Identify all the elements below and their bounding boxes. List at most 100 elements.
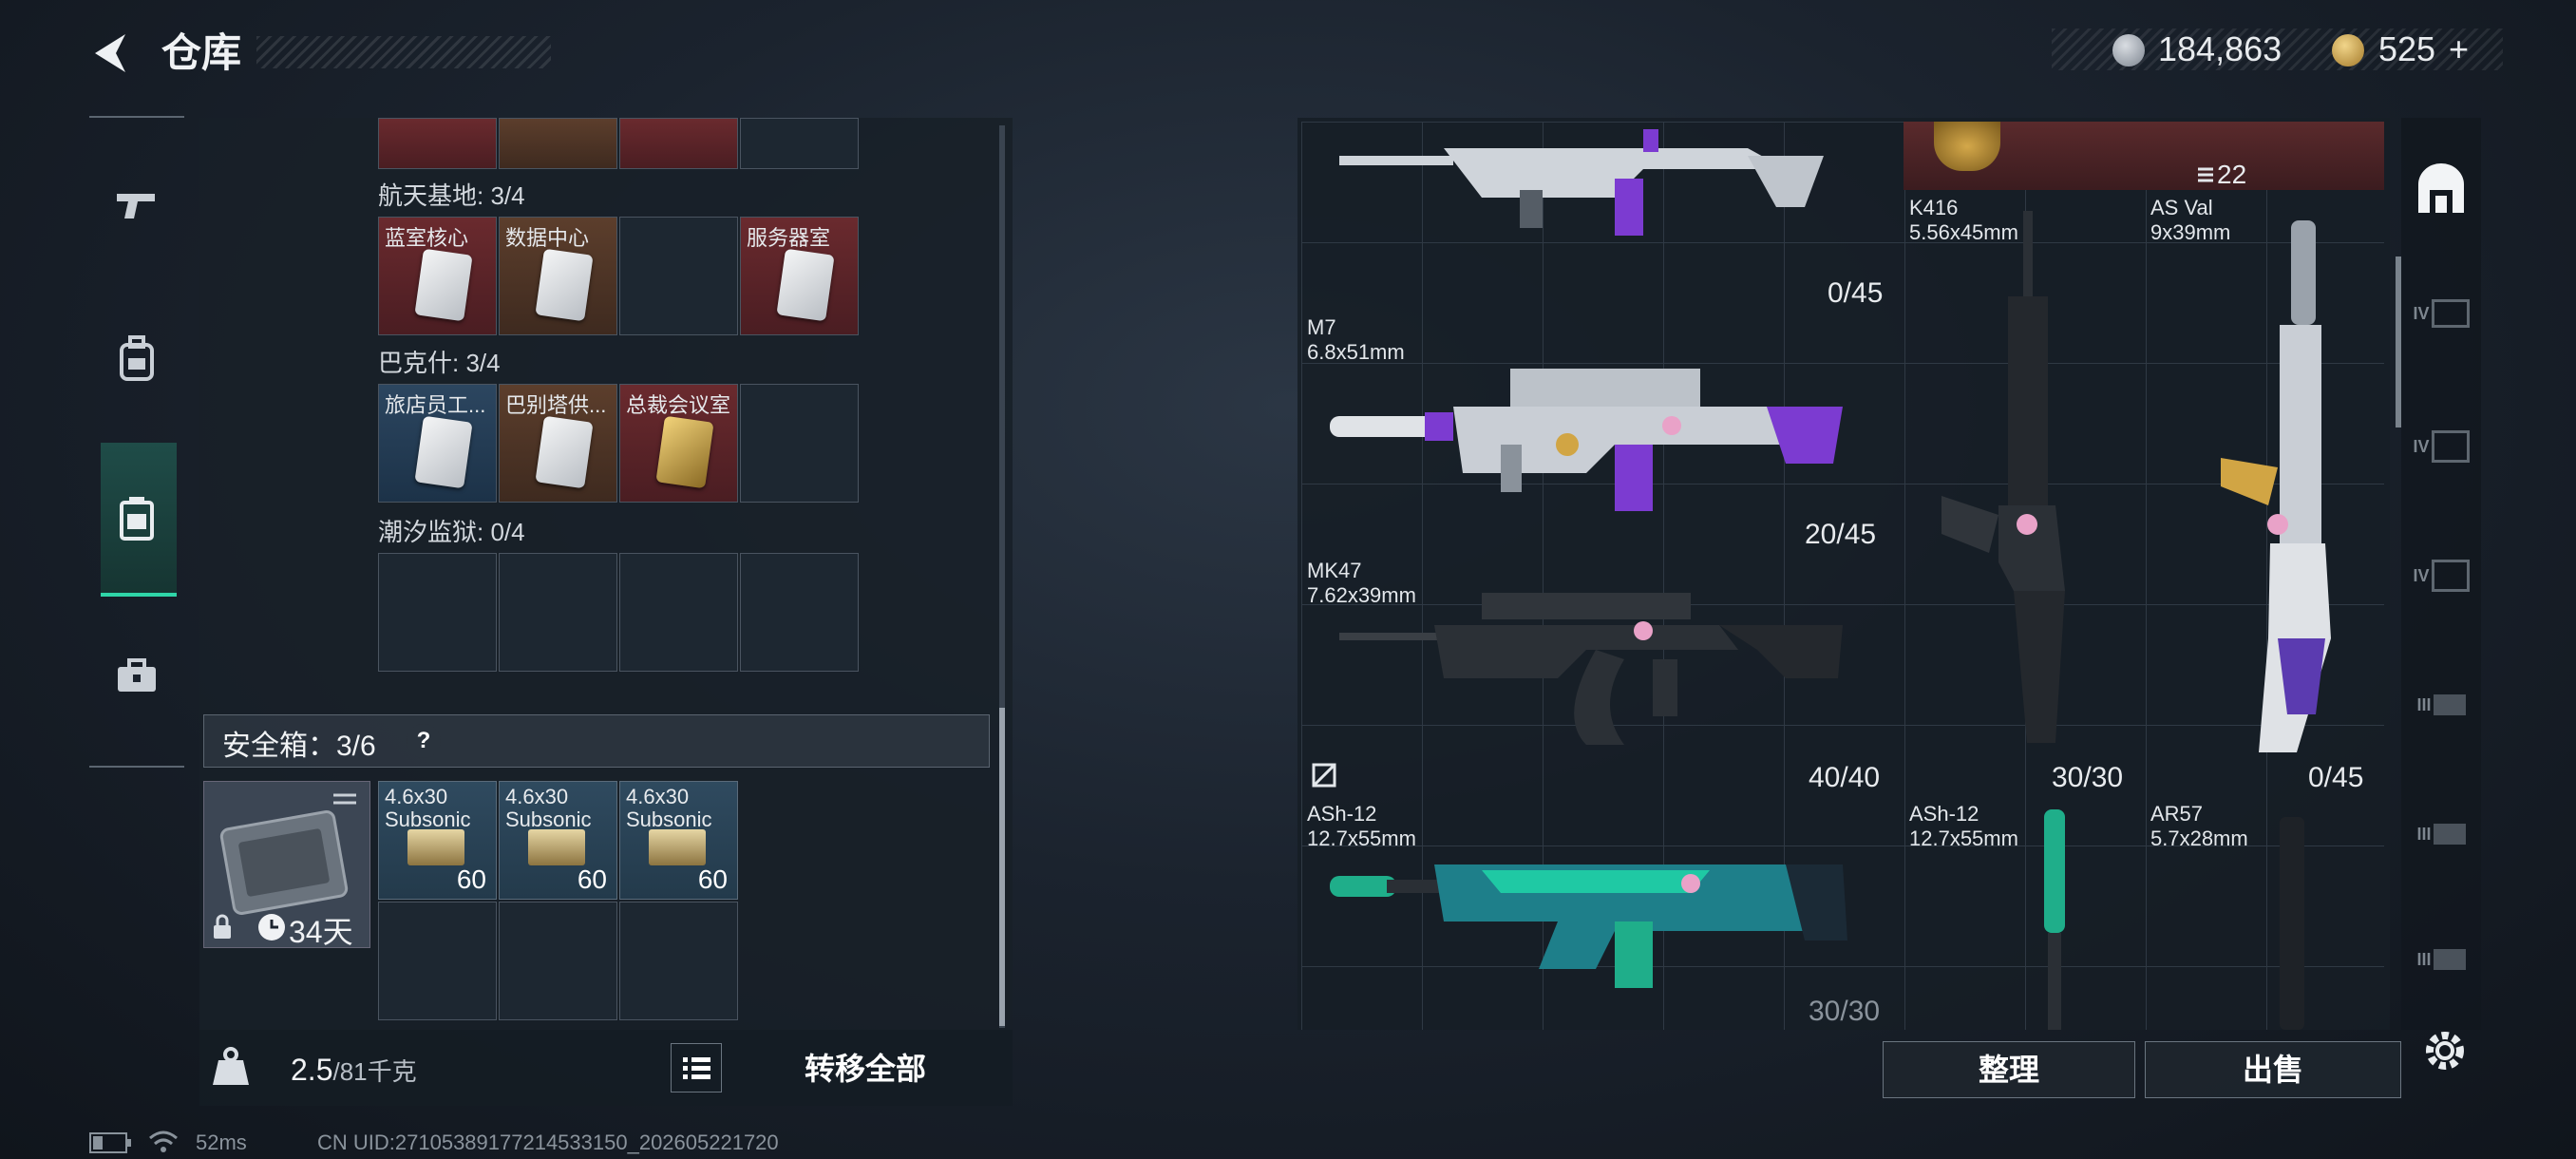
nav-backpack[interactable] xyxy=(101,321,173,397)
ammo-box-icon xyxy=(649,829,706,865)
keycard-icon xyxy=(655,415,714,489)
ammo-box-icon xyxy=(528,829,585,865)
keycard-slot[interactable] xyxy=(740,118,859,169)
ping-display: 52ms xyxy=(196,1130,247,1154)
list-view-button[interactable] xyxy=(671,1043,722,1092)
right-nav-tab-1[interactable]: IV xyxy=(2413,285,2470,342)
keycard-slot[interactable] xyxy=(619,118,738,169)
keycard-slot-empty[interactable] xyxy=(499,553,617,672)
keycard-slot[interactable] xyxy=(378,118,497,169)
ammo-capacity: 20/45 xyxy=(1805,519,1877,550)
tier-label: III xyxy=(2416,949,2432,969)
ammo-capacity: 0/45 xyxy=(2308,762,2364,793)
keycard-icon xyxy=(414,248,473,322)
keycard-name: 旅店员工... xyxy=(385,393,486,417)
keycard-name: 服务器室 xyxy=(747,226,831,250)
rifle-image xyxy=(1330,369,1843,511)
transfer-all-button[interactable]: 转移全部 xyxy=(733,1041,997,1096)
backpack-icon xyxy=(120,335,154,381)
item-slot-top-right[interactable]: 22 xyxy=(1904,122,2384,190)
battery-icon xyxy=(89,1132,131,1153)
keycard-slot[interactable]: 蓝室核心 xyxy=(378,217,497,335)
weapon-name: ASh-12 xyxy=(1307,802,1377,826)
toolbox-icon xyxy=(118,658,156,692)
warehouse-icon[interactable] xyxy=(2413,162,2470,218)
ammo-capacity: 40/40 xyxy=(1809,762,1881,793)
storage-scroll-thumb[interactable] xyxy=(999,708,1005,1026)
storage-box-icon xyxy=(2431,299,2470,328)
weapon-name: AR57 xyxy=(2150,802,2204,826)
nav-toolbox[interactable] xyxy=(101,638,173,714)
ammo-type: Subsonic xyxy=(626,808,712,831)
keycard-name: 蓝室核心 xyxy=(385,226,469,250)
back-arrow-icon[interactable] xyxy=(87,28,133,78)
pistol-icon xyxy=(117,194,155,218)
weight-max: /81千克 xyxy=(332,1057,417,1086)
ammo-count: 60 xyxy=(577,864,607,894)
weight-current: 2.5 xyxy=(291,1053,333,1087)
sell-button[interactable]: 出售 xyxy=(2145,1041,2401,1098)
ammo-type: Subsonic xyxy=(385,808,471,831)
tidy-button[interactable]: 整理 xyxy=(1883,1041,2135,1098)
right-nav-tab-2[interactable]: IV xyxy=(2413,418,2470,475)
gold-coin-icon xyxy=(2332,34,2364,66)
rifle-image-vertical xyxy=(2044,809,2065,1030)
keycard-slot[interactable]: 旅店员工... xyxy=(378,384,497,503)
weapon-slot-k416[interactable]: K416 5.56x45mm 30/30 xyxy=(1904,192,2143,796)
keycard-name: 总裁会议室 xyxy=(626,393,731,417)
stack-icon xyxy=(2198,167,2213,182)
rifle-rack-icon xyxy=(2433,949,2466,970)
weapon-slot-ash12[interactable]: ASh-12 12.7x55mm 30/30 xyxy=(1301,798,1902,1030)
add-currency-button[interactable]: + xyxy=(2449,28,2469,70)
right-nav-tab-5[interactable]: III xyxy=(2413,806,2470,863)
rifle-image-vertical xyxy=(2221,220,2331,752)
rifle-image xyxy=(1330,864,1847,988)
safe-slot-empty[interactable] xyxy=(619,902,738,1020)
keycard-slot[interactable]: 总裁会议室 xyxy=(619,384,738,503)
keycard-slot-empty[interactable] xyxy=(619,553,738,672)
ammo-caliber: 4.6x30 xyxy=(385,785,448,808)
keycard-slot-empty[interactable] xyxy=(740,384,859,503)
safe-slot-empty[interactable] xyxy=(499,902,617,1020)
keycard-slot[interactable]: 服务器室 xyxy=(740,217,859,335)
title-decoration xyxy=(256,36,551,68)
nav-weapons[interactable] xyxy=(101,167,173,243)
rifle-image xyxy=(1339,593,1843,745)
no-insurance-icon xyxy=(1312,763,1336,788)
keycard-row-partial xyxy=(378,118,861,169)
tier-label: III xyxy=(2416,694,2432,714)
safe-box-title: 安全箱：3/6 xyxy=(222,731,376,762)
rifle-image-vertical xyxy=(1941,211,2065,743)
keycard-slot[interactable]: 巴别塔供... xyxy=(499,384,617,503)
right-nav-tab-6[interactable]: III xyxy=(2413,931,2470,988)
right-nav-tab-4[interactable]: III xyxy=(2413,676,2470,733)
user-uid: CN UID:27105389177214533150_202605221720 xyxy=(317,1130,779,1154)
rifle-rack-icon xyxy=(2433,694,2466,715)
section-label-aerospace: 航天基地: 3/4 xyxy=(378,181,525,210)
gear-icon[interactable] xyxy=(2418,1024,2472,1077)
weapon-slot-as-val[interactable]: AS Val 9x39mm 0/45 xyxy=(2145,192,2384,796)
help-icon[interactable]: ? xyxy=(407,724,441,758)
keycard-slot-empty[interactable] xyxy=(378,553,497,672)
clock-icon xyxy=(258,914,285,940)
gold-currency-value: 525 xyxy=(2378,29,2436,68)
keycard-icon xyxy=(535,248,594,322)
keycard-icon xyxy=(776,248,835,322)
keycard-slot[interactable]: 数据中心 xyxy=(499,217,617,335)
weapon-slot-ash12-2[interactable]: ASh-12 12.7x55mm xyxy=(1904,798,2143,1030)
ammo-slot[interactable]: 4.6x30 Subsonic 60 xyxy=(499,781,617,900)
weapon-slot-m7[interactable]: M7 6.8x51mm 20/45 xyxy=(1301,312,1902,553)
keycard-slot-empty[interactable] xyxy=(619,217,738,335)
rifle-image xyxy=(1339,129,1824,236)
keycard-row: 蓝室核心 数据中心 服务器室 xyxy=(378,217,861,335)
weapon-slot-ar57[interactable]: AR57 5.7x28mm xyxy=(2145,798,2384,1030)
nav-safebox[interactable] xyxy=(101,481,173,557)
ammo-slot[interactable]: 4.6x30 Subsonic 60 xyxy=(378,781,497,900)
keycard-slot[interactable] xyxy=(499,118,617,169)
weapon-slot-top[interactable]: 0/45 xyxy=(1301,122,1902,310)
keycard-slot-empty[interactable] xyxy=(740,553,859,672)
weapon-slot-mk47[interactable]: MK47 7.62x39mm 40/40 xyxy=(1301,555,1902,796)
right-nav-tab-3[interactable]: IV xyxy=(2413,547,2470,604)
ammo-slot[interactable]: 4.6x30 Subsonic 60 xyxy=(619,781,738,900)
safe-slot-empty[interactable] xyxy=(378,902,497,1020)
